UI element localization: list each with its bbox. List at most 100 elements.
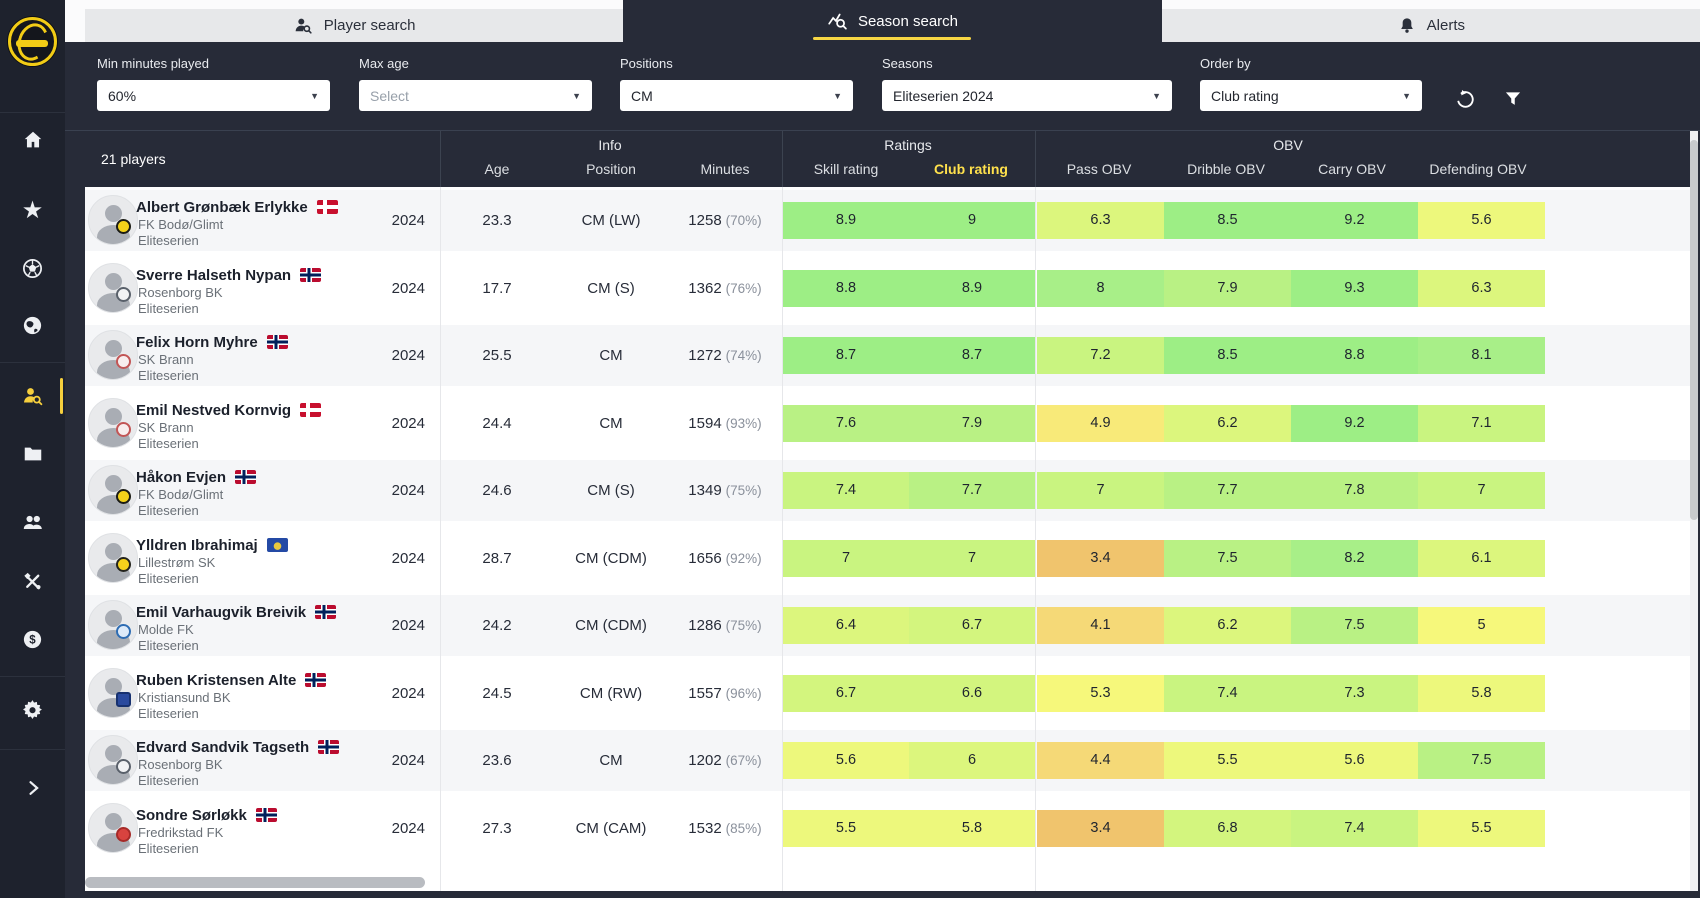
sidebar-item-home[interactable] xyxy=(0,118,65,162)
table-body: Albert Grønbæk Erlykke FK Bodø/Glimt Elite… xyxy=(85,187,1690,891)
filter-select-positions[interactable]: CM ▼ xyxy=(620,80,853,111)
sidebar-divider xyxy=(0,112,65,113)
sidebar-item-finance[interactable]: $ xyxy=(0,617,65,661)
tab-player-search[interactable]: Player search xyxy=(85,9,624,42)
sidebar-item-favorites[interactable]: ★ xyxy=(0,189,65,233)
season-cell: 2024 xyxy=(391,617,425,634)
minutes-cell: 1258 (70%) xyxy=(655,190,795,251)
player-club: FK Bodø/Glimt xyxy=(138,217,224,232)
column-header-pass-obv[interactable]: Pass OBV xyxy=(1067,161,1132,177)
svg-text:$: $ xyxy=(29,634,36,646)
defending-rating-cell: 5.6 xyxy=(1418,202,1545,239)
column-header-position[interactable]: Position xyxy=(586,161,636,177)
skill-rating-cell: 8.9 xyxy=(783,202,909,239)
filter-group-max-age: Max age Select ▼ xyxy=(359,56,592,111)
player-league: Eliteserien xyxy=(138,570,199,586)
age-cell: 25.5 xyxy=(482,347,512,364)
filter-group-positions: Positions CM ▼ xyxy=(620,56,853,111)
player-row[interactable]: Sverre Halseth Nypan Rosenborg BK Eliteser… xyxy=(85,258,1690,319)
tools-icon xyxy=(21,570,44,593)
minutes-cell: 1272 (74%) xyxy=(655,325,795,386)
player-league: Eliteserien xyxy=(138,300,199,316)
sidebar-item-football[interactable] xyxy=(0,246,65,290)
vertical-scrollbar[interactable] xyxy=(1690,131,1698,891)
player-row[interactable]: Ruben Kristensen Alte Kristiansund BK Elit… xyxy=(85,663,1690,724)
flag-icon-xk xyxy=(266,537,288,552)
filter-select-max-age[interactable]: Select ▼ xyxy=(359,80,592,111)
defending-rating-cell: 7.5 xyxy=(1418,742,1545,779)
dribble-rating-cell: 6.8 xyxy=(1164,809,1291,847)
player-row[interactable]: Ylldren Ibrahimaj Lillestrøm SK Eliteserie… xyxy=(85,528,1690,589)
minutes-value: 1202 xyxy=(688,752,722,769)
player-name: Håkon Evjen xyxy=(136,469,257,486)
player-row[interactable]: Albert Grønbæk Erlykke FK Bodø/Glimt Elite… xyxy=(85,190,1690,251)
filter-bar: Min minutes played 60% ▼ Max age Select ▼ Posi… xyxy=(65,42,1700,130)
minutes-value: 1272 xyxy=(688,347,722,364)
column-header-carry-obv[interactable]: Carry OBV xyxy=(1318,161,1386,177)
sidebar-item-tools[interactable] xyxy=(0,559,65,603)
refresh-button[interactable] xyxy=(1450,86,1480,116)
filter-button[interactable] xyxy=(1498,86,1528,116)
minutes-percent: (74%) xyxy=(725,348,762,363)
horizontal-scrollbar-thumb[interactable] xyxy=(85,877,425,888)
club-logo[interactable] xyxy=(7,16,58,67)
tab-season-search[interactable]: Season search xyxy=(623,0,1162,42)
filter-select-order-by[interactable]: Club rating ▼ xyxy=(1200,80,1422,111)
sidebar-item-player-search[interactable] xyxy=(0,374,65,418)
tab-alerts[interactable]: Alerts xyxy=(1161,9,1700,42)
club-rating-cell: 8.9 xyxy=(909,269,1035,307)
table-column-divider xyxy=(440,187,441,891)
minutes-percent: (70%) xyxy=(725,213,762,228)
season-cell: 2024 xyxy=(391,684,425,702)
player-avatar xyxy=(88,195,138,245)
column-header-skill-rating[interactable]: Skill rating xyxy=(814,161,879,177)
age-cell: 24.2 xyxy=(482,617,512,634)
sidebar-item-squad[interactable] xyxy=(0,501,65,545)
player-row[interactable]: Sondre Sørløkk Fredrikstad FK Eliteserien 2… xyxy=(85,798,1690,859)
column-header-age[interactable]: Age xyxy=(485,161,510,177)
column-header-dribble-obv[interactable]: Dribble OBV xyxy=(1187,161,1265,177)
sidebar-item-expand[interactable] xyxy=(0,766,65,810)
minutes-cell: 1557 (96%) xyxy=(655,663,795,724)
column-header-club-rating[interactable]: Club rating xyxy=(934,161,1008,177)
player-row[interactable]: Felix Horn Myhre SK Brann Eliteserien 2024 2… xyxy=(85,325,1690,386)
chevron-down-icon: ▼ xyxy=(572,90,581,101)
sidebar-item-world[interactable] xyxy=(0,303,65,347)
player-avatar xyxy=(88,262,138,313)
column-header-minutes[interactable]: Minutes xyxy=(700,161,749,177)
sidebar-item-settings[interactable] xyxy=(0,688,65,732)
minutes-value: 1656 xyxy=(688,549,722,567)
dribble-rating-cell: 8.5 xyxy=(1164,202,1291,239)
player-row[interactable]: Emil Varhaugvik Breivik Molde FK Eliteseri… xyxy=(85,595,1690,656)
skill-rating-cell: 5.6 xyxy=(783,742,909,779)
season-cell: 2024 xyxy=(391,212,425,229)
pass-rating-cell: 3.4 xyxy=(1037,539,1164,577)
column-header-defending-obv[interactable]: Defending OBV xyxy=(1429,161,1526,177)
club-badge xyxy=(116,219,131,234)
age-cell: 23.6 xyxy=(482,752,512,769)
club-rating-cell: 6.6 xyxy=(909,674,1035,712)
sidebar-item-files[interactable] xyxy=(0,432,65,476)
player-club: Rosenborg BK xyxy=(138,757,223,772)
player-league: Eliteserien xyxy=(138,840,199,856)
filter-select-min-minutes[interactable]: 60% ▼ xyxy=(97,80,330,111)
player-row[interactable]: Emil Nestved Kornvig SK Brann Eliteserien 2… xyxy=(85,393,1690,454)
dribble-rating-cell: 7.9 xyxy=(1164,269,1291,307)
defending-rating-cell: 7 xyxy=(1418,472,1545,509)
football-icon xyxy=(21,257,44,280)
skill-rating-cell: 6.4 xyxy=(783,607,909,644)
player-club: Molde FK xyxy=(138,622,194,637)
club-rating-cell: 8.7 xyxy=(909,337,1035,374)
filter-select-seasons[interactable]: Eliteserien 2024 ▼ xyxy=(882,80,1172,111)
season-cell: 2024 xyxy=(391,414,425,432)
player-row[interactable]: Edvard Sandvik Tagseth Rosenborg BK Elites… xyxy=(85,730,1690,791)
tab-label: Season search xyxy=(857,12,959,30)
player-name: Ylldren Ibrahimaj xyxy=(136,537,288,554)
filter-value: Club rating xyxy=(1211,87,1279,104)
defending-rating-cell: 6.3 xyxy=(1418,269,1545,307)
season-cell: 2024 xyxy=(391,347,425,364)
filter-group-order-by: Order by Club rating ▼ xyxy=(1200,56,1422,111)
player-row[interactable]: Håkon Evjen FK Bodø/Glimt Eliteserien 2024 2… xyxy=(85,460,1690,521)
vertical-scrollbar-thumb[interactable] xyxy=(1690,140,1698,520)
club-badge xyxy=(116,421,131,437)
